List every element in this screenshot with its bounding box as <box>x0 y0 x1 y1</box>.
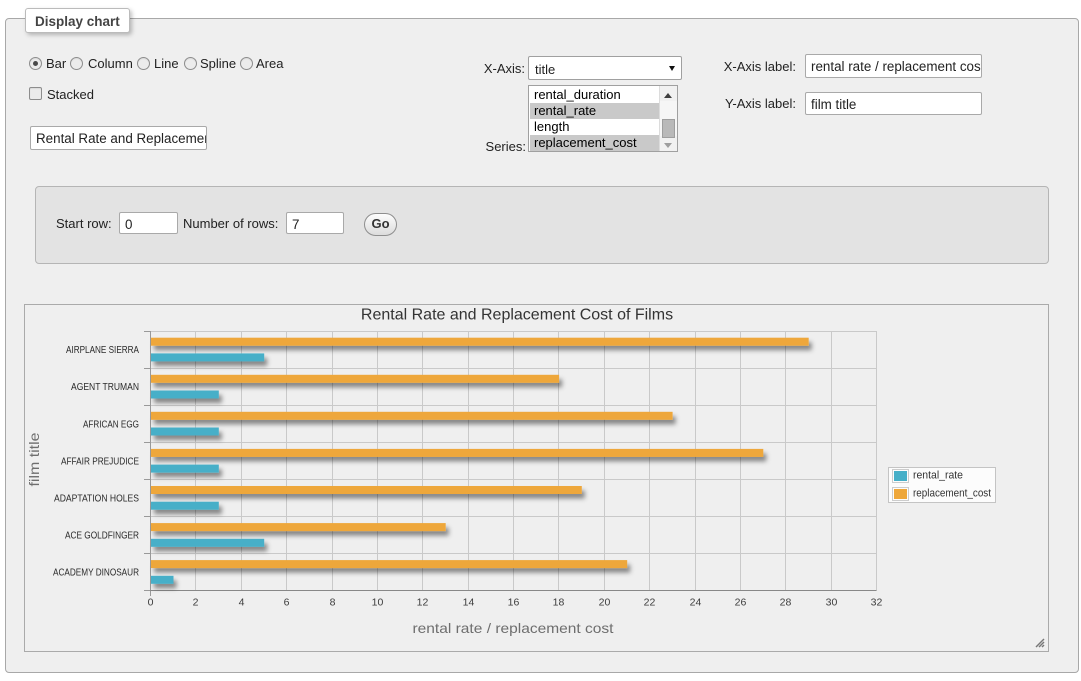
svg-text:ADAPTATION HOLES: ADAPTATION HOLES <box>54 493 139 504</box>
svg-text:ACADEMY DINOSAUR: ACADEMY DINOSAUR <box>53 568 139 579</box>
svg-text:12: 12 <box>417 597 429 609</box>
svg-text:16: 16 <box>508 597 520 609</box>
svg-text:20: 20 <box>599 597 611 609</box>
svg-text:2: 2 <box>193 597 199 609</box>
svg-text:10: 10 <box>372 597 384 609</box>
svg-text:rental rate / replacement cost: rental rate / replacement cost <box>413 620 614 636</box>
svg-text:26: 26 <box>735 597 747 609</box>
svg-text:0: 0 <box>148 597 154 609</box>
svg-text:30: 30 <box>826 597 838 609</box>
svg-text:28: 28 <box>780 597 792 609</box>
svg-text:rental_rate: rental_rate <box>913 470 963 482</box>
svg-text:AFRICAN EGG: AFRICAN EGG <box>83 419 139 430</box>
svg-text:14: 14 <box>463 597 475 609</box>
svg-text:18: 18 <box>553 597 565 609</box>
svg-text:replacement_cost: replacement_cost <box>913 488 991 500</box>
svg-text:AGENT TRUMAN: AGENT TRUMAN <box>71 382 139 393</box>
svg-text:AFFAIR PREJUDICE: AFFAIR PREJUDICE <box>61 456 139 467</box>
svg-text:AIRPLANE SIERRA: AIRPLANE SIERRA <box>66 345 139 356</box>
svg-text:24: 24 <box>690 597 702 609</box>
svg-text:film title: film title <box>26 432 42 486</box>
svg-text:Rental Rate and Replacement Co: Rental Rate and Replacement Cost of Film… <box>361 307 673 324</box>
svg-text:ACE GOLDFINGER: ACE GOLDFINGER <box>65 531 139 542</box>
svg-text:6: 6 <box>284 597 290 609</box>
svg-text:22: 22 <box>644 597 656 609</box>
svg-text:8: 8 <box>330 597 336 609</box>
svg-text:4: 4 <box>239 597 245 609</box>
svg-text:32: 32 <box>871 597 883 609</box>
